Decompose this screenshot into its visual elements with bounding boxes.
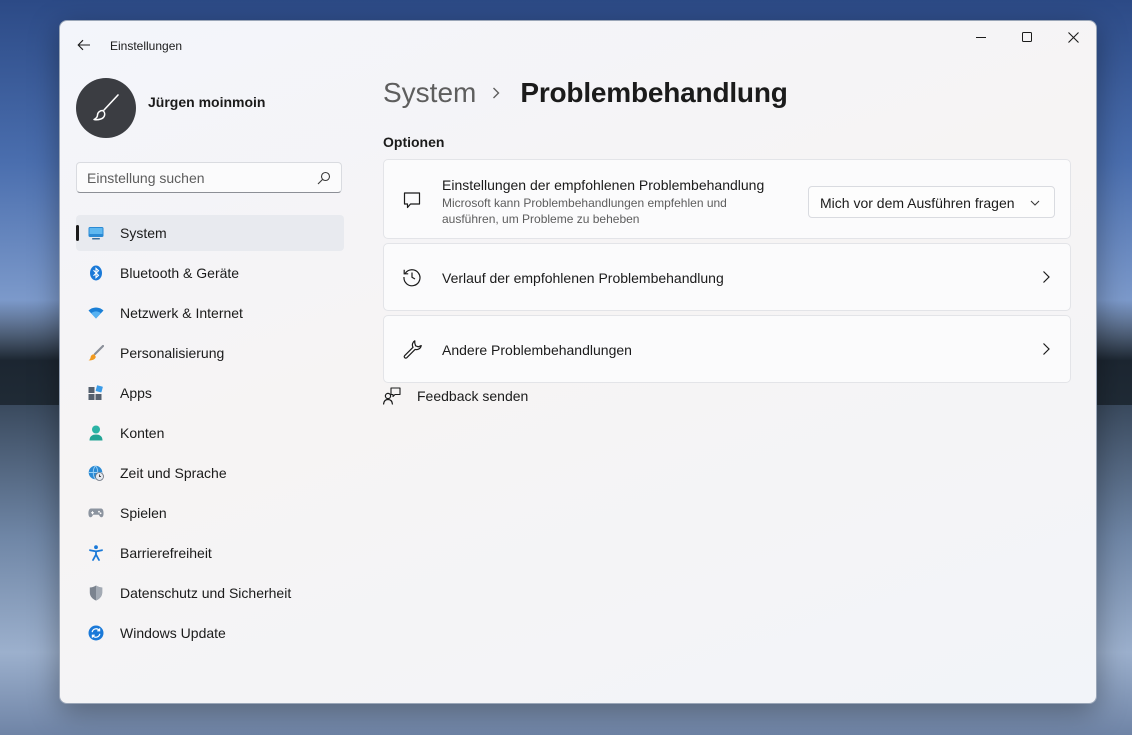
- sidebar-item-label: Datenschutz und Sicherheit: [120, 585, 292, 601]
- monitor-icon: [88, 225, 104, 241]
- sidebar-item-system[interactable]: System: [76, 215, 344, 251]
- paintbrush-icon: [93, 94, 119, 121]
- sidebar-item-apps[interactable]: Apps: [76, 375, 344, 411]
- settings-window: Einstellungen Jürgen moinmoin System: [59, 20, 1097, 704]
- sidebar-item-label: Konten: [120, 425, 165, 441]
- feedback-label: Feedback senden: [417, 388, 529, 404]
- troubleshooter-history-card[interactable]: Verlauf der empfohlenen Problembehandlun…: [383, 243, 1071, 311]
- sidebar-item-label: Zeit und Sprache: [120, 465, 227, 481]
- back-arrow-icon: [77, 39, 90, 51]
- sidebar-item-bluetooth[interactable]: Bluetooth & Geräte: [76, 255, 344, 291]
- apps-icon: [88, 385, 104, 401]
- sidebar-item-label: Netzwerk & Internet: [120, 305, 243, 321]
- sidebar-item-windows-update[interactable]: Windows Update: [76, 615, 344, 651]
- chevron-right-icon: [492, 87, 504, 99]
- section-title: Optionen: [383, 134, 445, 150]
- sidebar-nav: System Bluetooth & Geräte Netzwerk & Int…: [76, 215, 344, 655]
- sidebar-item-personalization[interactable]: Personalisierung: [76, 335, 344, 371]
- sidebar-item-label: Bluetooth & Geräte: [120, 265, 240, 281]
- sidebar-item-accounts[interactable]: Konten: [76, 415, 344, 451]
- back-button[interactable]: [74, 35, 94, 55]
- breadcrumb-parent-link[interactable]: System: [383, 77, 476, 109]
- chevron-down-icon: [1030, 200, 1040, 206]
- page-title: Problembehandlung: [520, 77, 788, 108]
- app-title: Einstellungen: [110, 39, 183, 53]
- recommended-troubleshooter-settings-card: Einstellungen der empfohlenen Problembeh…: [383, 159, 1071, 239]
- wifi-icon: [88, 305, 104, 321]
- title-bar: Einstellungen: [60, 21, 1096, 69]
- close-icon: [1067, 31, 1079, 43]
- search-input[interactable]: [77, 163, 327, 192]
- sidebar-item-network[interactable]: Netzwerk & Internet: [76, 295, 344, 331]
- chat-bubble-icon: [402, 190, 422, 210]
- feedback-link[interactable]: Feedback senden: [383, 385, 528, 407]
- avatar[interactable]: [76, 78, 136, 138]
- search-icon[interactable]: [317, 171, 331, 185]
- sidebar-item-accessibility[interactable]: Barrierefreiheit: [76, 535, 344, 571]
- sidebar-item-time-language[interactable]: Zeit und Sprache: [76, 455, 344, 491]
- card-title: Einstellungen der empfohlenen Problembeh…: [442, 177, 765, 193]
- chevron-right-icon: [1043, 271, 1050, 283]
- accessibility-icon: [88, 545, 104, 561]
- brush-icon: [88, 345, 104, 361]
- card-description: Microsoft kann Problembehandlungen empfe…: [442, 196, 727, 226]
- sidebar-item-label: Apps: [120, 385, 152, 401]
- sidebar-item-label: Barrierefreiheit: [120, 545, 212, 561]
- gamepad-icon: [88, 505, 104, 521]
- user-name: Jürgen moinmoin: [148, 94, 266, 110]
- search-box[interactable]: [76, 162, 342, 193]
- breadcrumb: System Problembehandlung: [383, 77, 788, 109]
- sidebar-item-privacy-security[interactable]: Datenschutz und Sicherheit: [76, 575, 344, 611]
- sidebar-item-label: Spielen: [120, 505, 167, 521]
- person-icon: [88, 425, 104, 441]
- close-button[interactable]: [1050, 21, 1096, 53]
- card-title: Andere Problembehandlungen: [442, 342, 632, 358]
- dropdown-selected-value: Mich vor dem Ausführen fragen: [820, 195, 1015, 211]
- recommended-troubleshooter-dropdown[interactable]: Mich vor dem Ausführen fragen: [808, 186, 1055, 218]
- maximize-icon: [1022, 32, 1032, 42]
- sidebar-item-gaming[interactable]: Spielen: [76, 495, 344, 531]
- feedback-icon: [383, 387, 401, 405]
- card-title: Verlauf der empfohlenen Problembehandlun…: [442, 270, 724, 286]
- update-icon: [88, 625, 104, 641]
- history-icon: [402, 267, 422, 287]
- shield-icon: [88, 585, 104, 601]
- maximize-button[interactable]: [1004, 21, 1050, 53]
- bluetooth-icon: [88, 265, 104, 281]
- other-troubleshooters-card[interactable]: Andere Problembehandlungen: [383, 315, 1071, 383]
- wrench-icon: [402, 339, 422, 359]
- minimize-icon: [976, 37, 986, 38]
- globe-clock-icon: [88, 465, 104, 481]
- sidebar-item-label: Personalisierung: [120, 345, 225, 361]
- chevron-right-icon: [1043, 343, 1050, 355]
- minimize-button[interactable]: [958, 21, 1004, 53]
- sidebar-item-label: Windows Update: [120, 625, 226, 641]
- sidebar-item-label: System: [120, 225, 167, 241]
